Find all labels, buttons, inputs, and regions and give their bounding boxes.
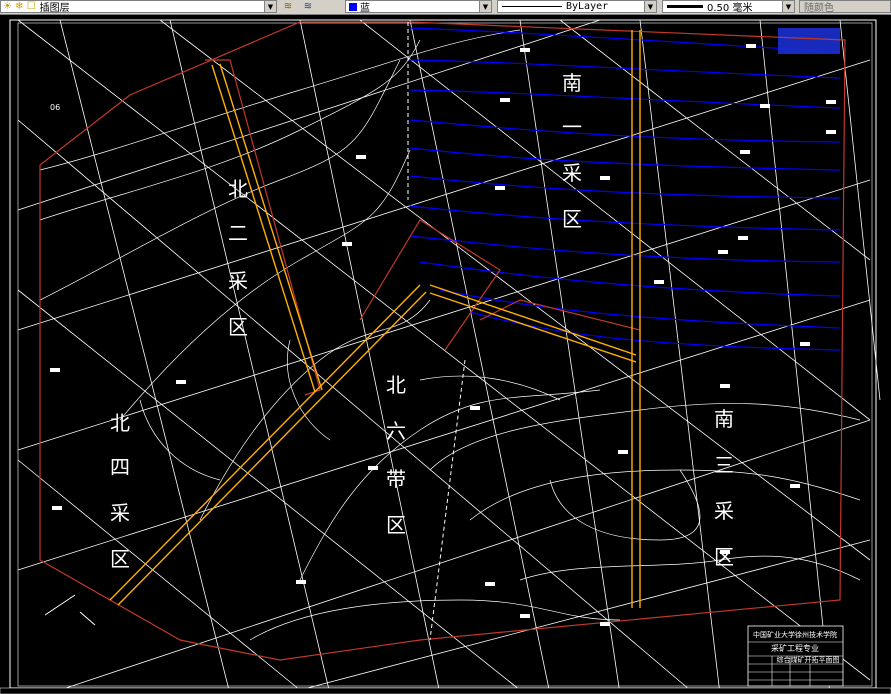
region-char: 南 [562,71,582,95]
region-char: 一 [562,115,582,139]
region-char: 三 [714,453,734,477]
color-control[interactable]: 蓝 ▼ [345,0,492,13]
layer-control[interactable]: ☀ ❄ ☐ 插图层 ▼ [0,0,277,13]
region-char: 区 [228,315,248,339]
plotstyle-value: 随颜色 [804,3,834,13]
title-block-drawing-title: 综合煤矿开拓平面图 [777,655,840,664]
region-char: 北 [386,373,406,397]
region-char: 南 [714,407,734,431]
linetype-sample [502,6,562,7]
region-char: 四 [110,455,130,479]
properties-toolbar: ☀ ❄ ☐ 插图层 ▼ ≋ ≋ 蓝 ▼ ByLayer ▼ 0.50 毫米 ▼ … [0,0,891,15]
region-char: 采 [562,161,582,185]
drawing-canvas[interactable]: 06 北 二 采 区 南 一 采 区 北 六 带 区 北 四 采 区 南 三 采… [0,15,891,694]
layer-stack-icon: ≋ [283,1,293,12]
chevron-down-icon[interactable]: ▼ [264,1,276,12]
lineweight-sample [667,5,703,8]
title-block-school: 中国矿业大学徐州技术学院 [753,630,837,639]
region-char: 区 [562,207,582,231]
chevron-down-icon[interactable]: ▼ [782,1,794,12]
layers-icon: ≋ [303,1,313,12]
lineweight-control[interactable]: 0.50 毫米 ▼ [662,0,795,13]
region-char: 采 [110,501,130,525]
region-char: 北 [228,177,248,201]
region-char: 北 [110,411,130,435]
chevron-down-icon[interactable]: ▼ [479,1,491,12]
color-swatch [349,2,357,11]
layer-previous-button[interactable]: ≋ [299,0,317,13]
plotstyle-control[interactable]: 随颜色 [799,0,891,13]
make-object-layer-current-button[interactable]: ≋ [279,0,297,13]
linetype-control[interactable]: ByLayer ▼ [497,0,657,13]
corner-label: 06 [50,103,60,112]
region-char: 区 [386,513,406,537]
linetype-name: ByLayer [566,1,609,12]
region-char: 采 [714,499,734,523]
chevron-down-icon[interactable]: ▼ [644,1,656,12]
region-char: 区 [110,547,130,571]
region-char: 六 [386,419,406,443]
region-char: 带 [386,467,406,491]
title-block: 中国矿业大学徐州技术学院 采矿工程专业 综合煤矿开拓平面图 [747,625,844,687]
color-name: 蓝 [360,3,370,13]
region-char: 采 [228,269,248,293]
region-char: 二 [228,221,248,245]
region-char: 区 [714,545,734,569]
drawing-bottom-strip [0,687,891,694]
seam-hatch [778,28,840,54]
lineweight-value: 0.50 毫米 [707,3,753,13]
layer-name: 插图层 [39,3,70,13]
title-block-major: 采矿工程专业 [771,643,819,653]
layer-state-icons: ☀ ❄ ☐ [3,1,36,12]
